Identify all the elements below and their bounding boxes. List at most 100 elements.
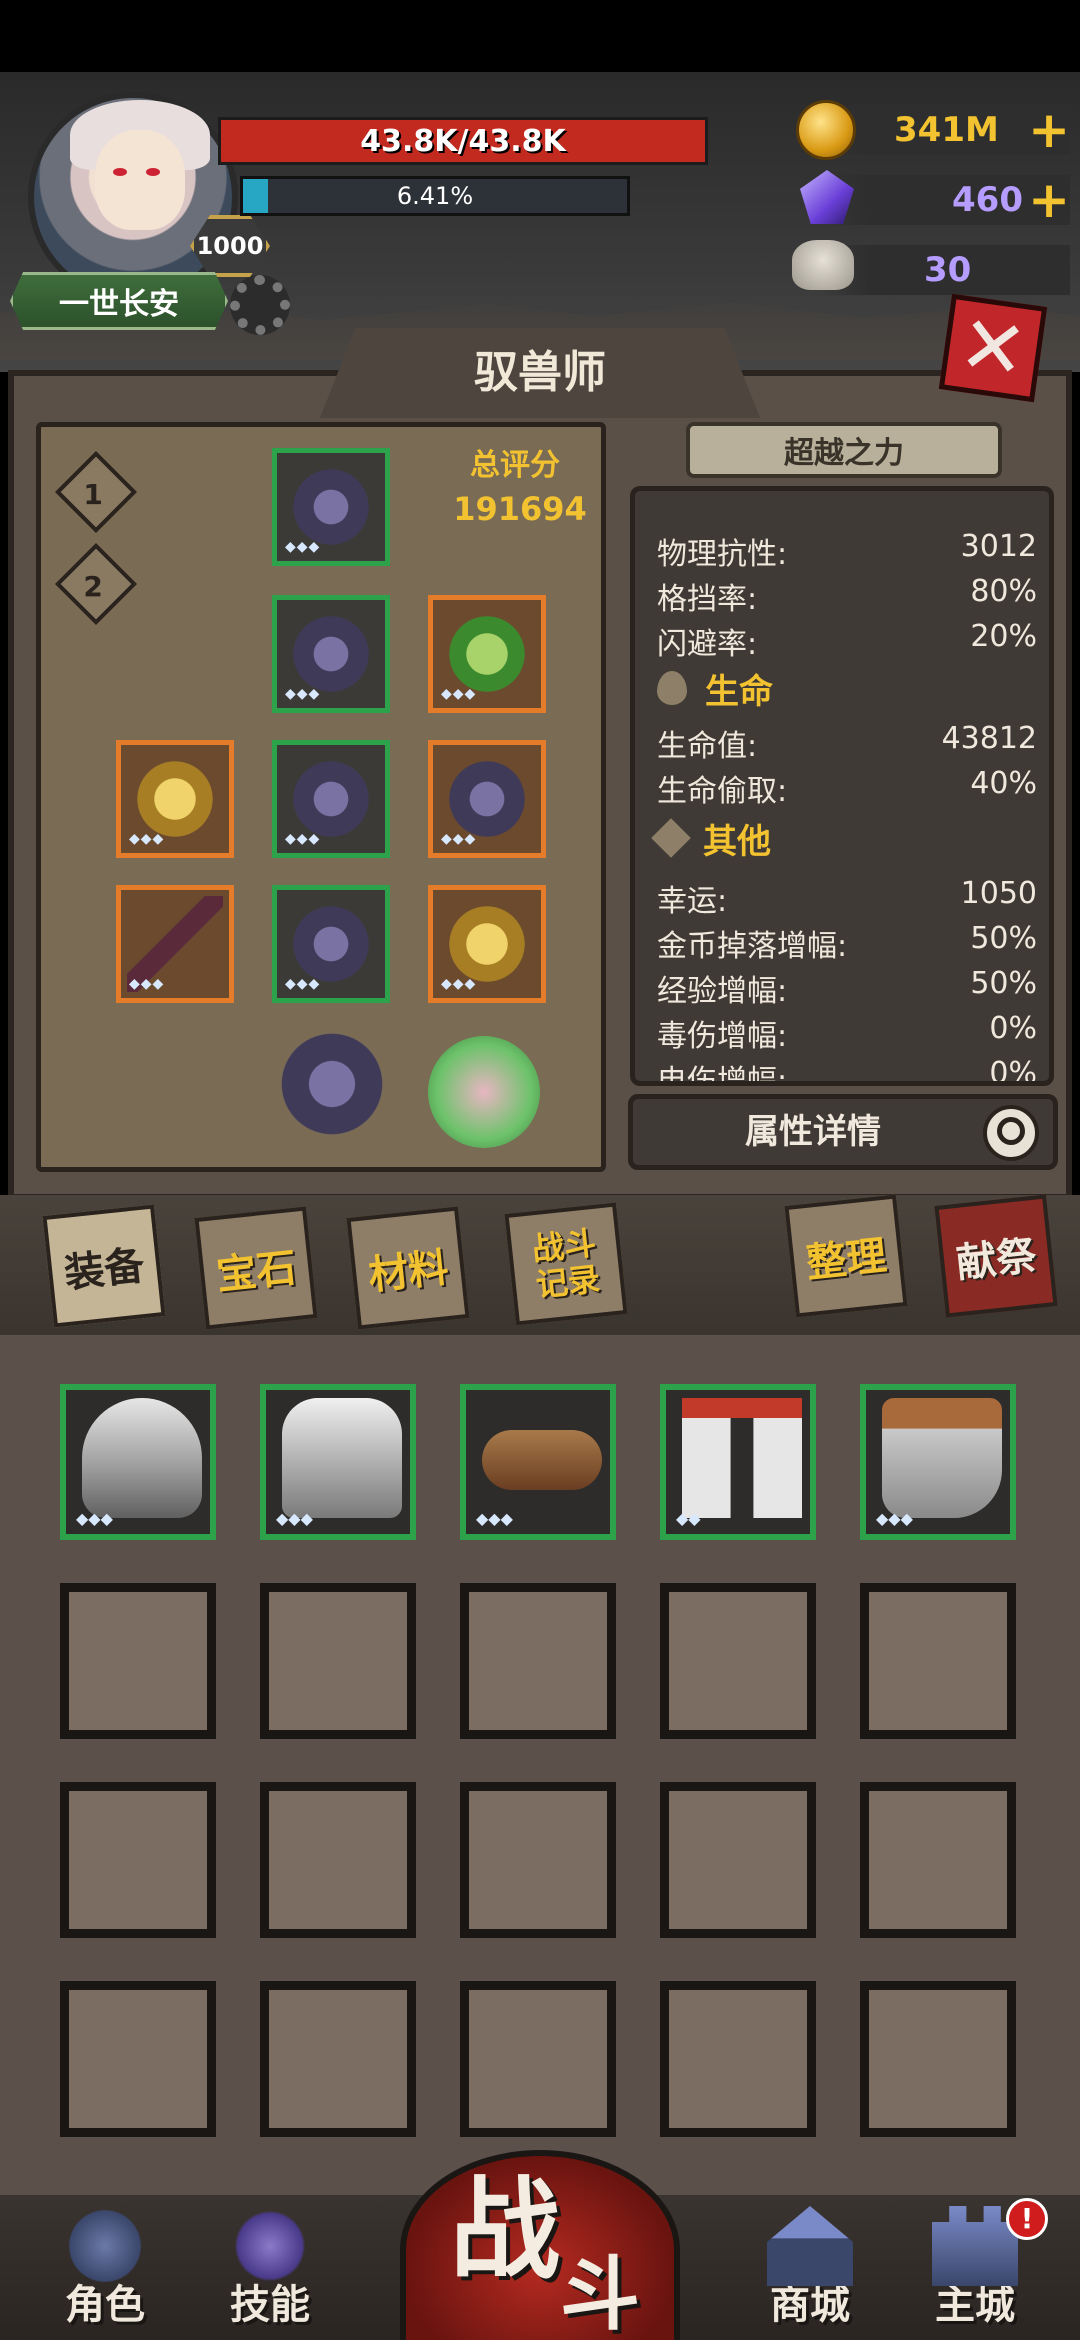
xp-bar: 6.41% <box>240 176 630 216</box>
equip-slot-seal[interactable] <box>428 1036 540 1148</box>
dark-boots-icon <box>268 1020 396 1148</box>
gold-coin-icon <box>796 100 856 160</box>
close-button[interactable]: ✕ <box>938 293 1048 403</box>
stat-value: 0% <box>989 1056 1037 1086</box>
attribute-details-label: 属性详情 <box>745 1112 881 1152</box>
life-heading: 生命 <box>657 666 773 712</box>
equip-slot-gloves[interactable]: ◆◆◆ <box>272 885 390 1003</box>
tab-battle-log[interactable]: 战斗 记录 <box>504 1202 628 1326</box>
gold-value: 341M <box>894 110 999 150</box>
loadout-tab-label: 1 <box>83 477 103 511</box>
stat-row: 毒伤增幅: 0% <box>657 1011 1037 1054</box>
item-stars: ◆◆◆ <box>276 1509 313 1528</box>
inventory-slot-empty[interactable] <box>460 1782 616 1938</box>
equip-slot-weapon[interactable]: ◆◆◆ <box>116 740 234 858</box>
stat-row: 格挡率: 80% <box>657 574 1037 617</box>
nav-skills-label: 技能 <box>230 2282 310 2328</box>
inventory-item-boots[interactable]: ◆◆◆ <box>860 1384 1016 1540</box>
stat-row: 生命值: 43812 <box>657 721 1037 764</box>
drop-icon <box>657 671 687 705</box>
nav-skills[interactable]: 技能 <box>205 2200 335 2330</box>
avatar-eye <box>113 168 127 176</box>
item-stars: ◆◆◆ <box>76 1509 113 1528</box>
nav-shop[interactable]: 商城 <box>745 2200 875 2330</box>
stat-value: 3012 <box>960 529 1037 564</box>
inventory-item-armor[interactable]: ◆◆◆ <box>260 1384 416 1540</box>
beyond-power-button[interactable]: 超越之力 <box>686 422 1002 478</box>
item-stars: ◆◆ <box>676 1509 701 1528</box>
equip-slot-helmet[interactable]: ◆◆◆ <box>272 448 390 566</box>
avatar-face <box>95 130 185 230</box>
player-name: 一世长安 <box>10 272 228 330</box>
battle-label: 斗 <box>560 2248 640 2340</box>
stat-value: 80% <box>970 574 1037 609</box>
tab-equipment[interactable]: 装备 <box>42 1204 166 1328</box>
stat-row: 生命偷取: 40% <box>657 766 1037 809</box>
inventory-slot-empty[interactable] <box>260 1981 416 2137</box>
item-stars: ◆◆◆ <box>285 831 321 847</box>
inventory-item-helm[interactable]: ◆◆◆ <box>60 1384 216 1540</box>
inventory-item-belt[interactable]: ◆◆◆ <box>460 1384 616 1540</box>
inventory-slot-empty[interactable] <box>660 1583 816 1739</box>
xp-text: 6.41% <box>396 182 474 210</box>
inventory-slot-empty[interactable] <box>860 1981 1016 2137</box>
tab-gems[interactable]: 宝石 <box>194 1206 318 1330</box>
item-stars: ◆◆◆ <box>441 831 477 847</box>
equip-slot-amulet[interactable]: ◆◆◆ <box>428 595 546 713</box>
add-crystal-button[interactable]: + <box>1028 175 1070 225</box>
ram-skull-icon <box>792 240 854 290</box>
equip-slot-shoulders[interactable]: ◆◆◆ <box>272 595 390 713</box>
hp-text: 43.8K/43.8K <box>360 123 566 159</box>
sort-button[interactable]: 整理 <box>784 1194 908 1318</box>
stat-label: 电伤增幅: <box>657 1064 788 1086</box>
nav-character[interactable]: 角色 <box>40 2200 170 2330</box>
item-stars: ◆◆◆ <box>285 539 321 555</box>
stat-label: 经验增幅: <box>657 974 788 1009</box>
item-stars: ◆◆◆ <box>129 976 165 992</box>
shop-tent-icon <box>767 2206 853 2286</box>
close-icon: ✕ <box>953 296 1033 399</box>
hp-bar: 43.8K/43.8K <box>218 117 708 165</box>
inventory-slot-empty[interactable] <box>460 1981 616 2137</box>
magnifier-lens <box>997 1117 1025 1145</box>
inventory-slot-empty[interactable] <box>860 1782 1016 1938</box>
item-stars: ◆◆◆ <box>441 976 477 992</box>
tab-materials[interactable]: 材料 <box>346 1206 470 1330</box>
inventory-slot-empty[interactable] <box>60 1981 216 2137</box>
item-stars: ◆◆◆ <box>876 1509 913 1528</box>
inventory-slot-empty[interactable] <box>260 1583 416 1739</box>
stats-panel[interactable]: 物理抗性: 3012 格挡率: 80% 闪避率: 20% 生命 生命值: 438… <box>630 486 1054 1086</box>
equip-slot-offhand[interactable]: ◆◆◆ <box>116 885 234 1003</box>
inventory-slot-empty[interactable] <box>660 1981 816 2137</box>
equip-slot-chest[interactable]: ◆◆◆ <box>272 740 390 858</box>
silver-helm-icon <box>82 1398 202 1518</box>
stat-row: 经验增幅: 50% <box>657 966 1037 1009</box>
inventory-slot-empty[interactable] <box>60 1583 216 1739</box>
attribute-details-button[interactable]: 属性详情 <box>628 1094 1058 1170</box>
magnifier-icon <box>983 1105 1039 1161</box>
avatar-eye <box>146 168 160 176</box>
sacrifice-button[interactable]: 献祭 <box>934 1194 1058 1318</box>
crystal-value: 460 <box>952 180 1023 220</box>
stat-row: 金币掉落增幅: 50% <box>657 921 1037 964</box>
equip-slot-boots[interactable] <box>268 1020 396 1148</box>
loadout-tab-label: 2 <box>83 569 103 603</box>
battle-label: 战 <box>450 2166 560 2294</box>
settings-gear-icon[interactable] <box>230 275 290 335</box>
stat-row: 电伤增幅: 0% <box>657 1056 1037 1086</box>
inventory-slot-empty[interactable] <box>60 1782 216 1938</box>
equip-slot-necklace[interactable]: ◆◆◆ <box>428 740 546 858</box>
silver-armor-icon <box>282 1398 402 1518</box>
add-gold-button[interactable]: + <box>1028 105 1070 155</box>
equip-slot-quiver[interactable]: ◆◆◆ <box>428 885 546 1003</box>
stat-label: 幸运: <box>657 884 728 919</box>
inventory-slot-empty[interactable] <box>660 1782 816 1938</box>
stat-value: 40% <box>970 766 1037 801</box>
iron-boots-icon <box>882 1398 1002 1518</box>
inventory-slot-empty[interactable] <box>460 1583 616 1739</box>
stat-label: 物理抗性: <box>657 537 788 572</box>
inventory-item-gloves[interactable]: ◆◆ <box>660 1384 816 1540</box>
nav-character-label: 角色 <box>65 2282 145 2328</box>
inventory-slot-empty[interactable] <box>260 1782 416 1938</box>
inventory-slot-empty[interactable] <box>860 1583 1016 1739</box>
